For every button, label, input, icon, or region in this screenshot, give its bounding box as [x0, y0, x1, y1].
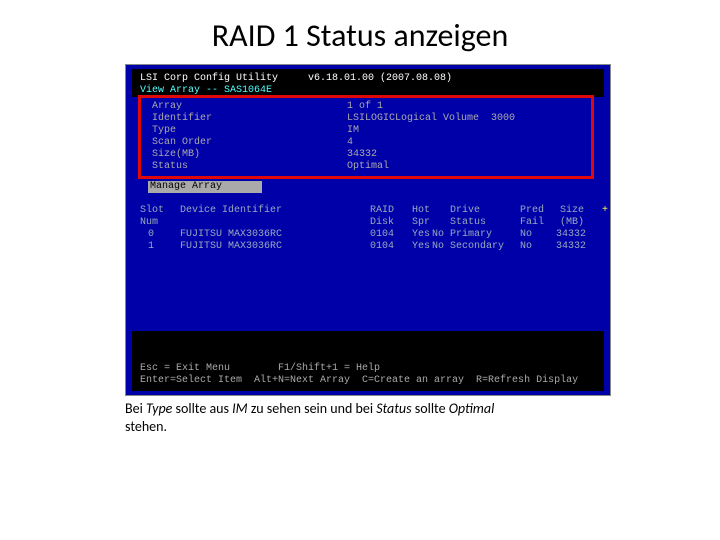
- manage-array-menu[interactable]: Manage Array: [148, 181, 262, 193]
- r0-spr: No: [432, 229, 444, 241]
- th-hot: Hot: [412, 205, 430, 217]
- r1-spr: No: [432, 241, 444, 253]
- th-size: Size: [560, 205, 584, 217]
- r1-stat: Secondary: [450, 241, 504, 253]
- page-title: RAID 1 Status anzeigen: [0, 16, 720, 55]
- bios-screen: LSI Corp Config Utility v6.18.01.00 (200…: [125, 64, 611, 396]
- r1-pred: No: [520, 241, 532, 253]
- cap-part: stehen.: [125, 418, 167, 435]
- cap-em-type: Type: [146, 400, 172, 417]
- r0-dev: FUJITSU MAX3036RC: [180, 229, 282, 241]
- cap-em-optimal: Optimal: [449, 400, 495, 417]
- th-num: Num: [140, 217, 158, 229]
- th-spr: Spr: [412, 217, 430, 229]
- cap-part: zu sehen sein und bei: [248, 400, 377, 417]
- th-slot: Slot: [140, 205, 164, 217]
- r1-slot: 1: [148, 241, 154, 253]
- th-fail: Fail: [520, 217, 544, 229]
- caption-text: Bei Type sollte aus IM zu sehen sein und…: [125, 400, 609, 436]
- th-pred: Pred: [520, 205, 544, 217]
- r0-slot: 0: [148, 229, 154, 241]
- scroll-marker-icon: +: [602, 205, 608, 217]
- r1-raid: 0104: [370, 241, 394, 253]
- r0-hot: Yes: [412, 229, 430, 241]
- r0-raid: 0104: [370, 229, 394, 241]
- bios-header: LSI Corp Config Utility v6.18.01.00 (200…: [140, 73, 596, 85]
- cap-em-status: Status: [376, 400, 411, 417]
- footer-help-1: Esc = Exit Menu F1/Shift+1 = Help: [140, 363, 380, 375]
- highlight-box: [138, 95, 594, 179]
- th-raid: RAID: [370, 205, 394, 217]
- r1-hot: Yes: [412, 241, 430, 253]
- cap-part: sollte: [412, 400, 449, 417]
- cap-part: Bei: [125, 400, 146, 417]
- r1-size: 34332: [556, 241, 586, 253]
- r1-dev: FUJITSU MAX3036RC: [180, 241, 282, 253]
- r0-pred: No: [520, 229, 532, 241]
- th-dstat: Status: [450, 217, 486, 229]
- th-devid: Device Identifier: [180, 205, 282, 217]
- r0-stat: Primary: [450, 229, 492, 241]
- cap-em-im: IM: [232, 400, 248, 417]
- th-disk: Disk: [370, 217, 394, 229]
- footer-help-2: Enter=Select Item Alt+N=Next Array C=Cre…: [140, 375, 578, 387]
- th-mb: (MB): [560, 217, 584, 229]
- r0-size: 34332: [556, 229, 586, 241]
- bios-inner: LSI Corp Config Utility v6.18.01.00 (200…: [132, 69, 604, 391]
- slide: RAID 1 Status anzeigen LSI Corp Config U…: [0, 0, 720, 540]
- th-drive: Drive: [450, 205, 480, 217]
- cap-part: sollte aus: [172, 400, 232, 417]
